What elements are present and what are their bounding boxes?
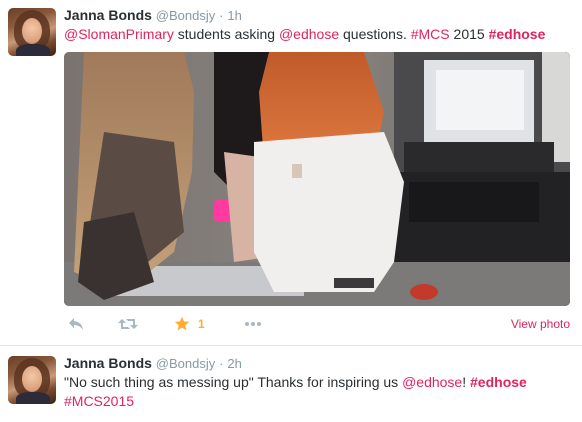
tweet-1[interactable]: Janna Bonds @Bondsjy · 1h @SlomanPrimary… bbox=[0, 0, 582, 346]
hashtag-link[interactable]: #edhose bbox=[470, 374, 527, 390]
more-button[interactable] bbox=[244, 314, 262, 334]
tweet-photo[interactable] bbox=[64, 52, 570, 306]
tweet-text-line2: #MCS2015 bbox=[64, 392, 134, 411]
tweet-header: Janna Bonds @Bondsjy · 2h bbox=[64, 354, 242, 373]
tweet-text: "No such thing as messing up" Thanks for… bbox=[64, 374, 527, 390]
hashtag-link[interactable]: #MCS bbox=[411, 26, 450, 42]
avatar[interactable] bbox=[8, 8, 56, 56]
mention-link[interactable]: @SlomanPrimary bbox=[64, 26, 174, 42]
hashtag-link[interactable]: #MCS2015 bbox=[64, 393, 134, 409]
reply-icon bbox=[68, 317, 84, 331]
separator: · bbox=[219, 356, 224, 371]
tweet-2[interactable]: Janna Bonds @Bondsjy · 2h "No such thing… bbox=[0, 346, 582, 422]
view-photo-link[interactable]: View photo bbox=[511, 314, 570, 334]
author-handle[interactable]: @Bondsjy bbox=[156, 8, 215, 23]
timestamp[interactable]: 2h bbox=[227, 356, 241, 371]
tweet-text: @SlomanPrimary students asking @edhose q… bbox=[64, 26, 546, 42]
avatar[interactable] bbox=[8, 356, 56, 404]
timestamp[interactable]: 1h bbox=[227, 8, 241, 23]
star-icon bbox=[174, 316, 190, 332]
author-name[interactable]: Janna Bonds bbox=[64, 355, 152, 371]
retweet-button[interactable] bbox=[118, 314, 138, 334]
mention-link[interactable]: @edhose bbox=[402, 374, 462, 390]
tweet-actions: 1 View photo bbox=[64, 314, 570, 334]
author-name[interactable]: Janna Bonds bbox=[64, 7, 152, 23]
author-handle[interactable]: @Bondsjy bbox=[156, 356, 215, 371]
reply-button[interactable] bbox=[68, 314, 84, 334]
favorite-count: 1 bbox=[198, 317, 205, 331]
hashtag-link[interactable]: #edhose bbox=[489, 26, 546, 42]
favorite-button[interactable]: 1 bbox=[174, 314, 205, 334]
photo-image bbox=[64, 52, 570, 306]
tweet-header: Janna Bonds @Bondsjy · 1h bbox=[64, 6, 242, 25]
mention-link[interactable]: @edhose bbox=[279, 26, 339, 42]
separator: · bbox=[219, 8, 224, 23]
retweet-icon bbox=[118, 317, 138, 331]
more-icon bbox=[244, 321, 262, 327]
